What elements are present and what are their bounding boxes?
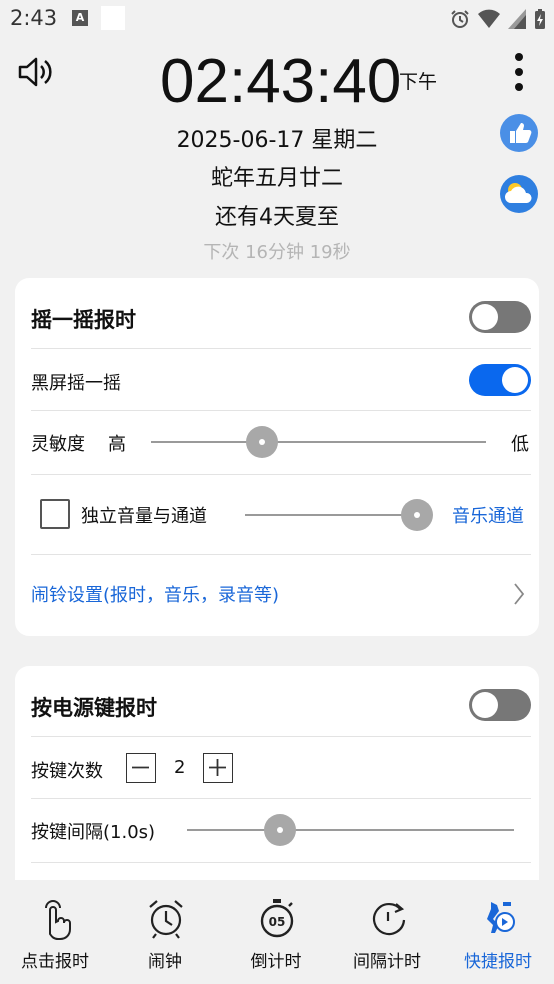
wifi-icon (478, 9, 500, 28)
nav-quick-report[interactable]: 快捷报时 (443, 880, 553, 984)
solar-term-text: 还有4天夏至 (215, 205, 339, 230)
chevron-right-icon (514, 583, 525, 605)
quick-report-icon (487, 902, 515, 933)
blackscreen-label: 黑屏摇一摇 (31, 373, 121, 394)
app-notification-icon: A (72, 10, 88, 26)
sensitivity-high-label: 高 (108, 434, 126, 455)
press-count-value: 2 (174, 757, 186, 778)
blackscreen-row: 黑屏摇一摇 (31, 349, 531, 411)
notification-square-icon (101, 6, 125, 30)
independent-volume-checkbox[interactable] (40, 499, 70, 529)
ampm-label: 下午 (399, 71, 438, 93)
status-bar: 2:43 A (0, 0, 554, 38)
shake-toggle[interactable] (469, 301, 531, 333)
alarm-status-icon (451, 10, 469, 28)
lunar-date-text: 蛇年五月廿二 (210, 166, 343, 191)
status-time: 2:43 (10, 6, 58, 30)
next-report-text: 下次 16分钟 19秒 (203, 242, 351, 263)
date-text: 2025-06-17 星期二 (176, 128, 378, 153)
signal-icon (508, 9, 526, 29)
press-count-row: 按键次数 2 (31, 737, 531, 799)
interval-timer-icon (372, 902, 406, 936)
nav-countdown[interactable]: 05 倒计时 (221, 880, 331, 984)
music-channel-link[interactable]: 音乐通道 (452, 502, 524, 528)
sensitivity-slider-track[interactable] (151, 441, 486, 443)
interval-row: 按键间隔(1.0s) (31, 799, 531, 863)
nav-alarm[interactable]: 闹钟 (110, 880, 220, 984)
sensitivity-row: 灵敏度 高 低 (31, 411, 531, 475)
interval-slider-track[interactable] (187, 829, 514, 831)
independent-volume-row: 独立音量与通道 音乐通道 (31, 475, 531, 555)
toggle-knob (502, 367, 528, 393)
nav-tap-report[interactable]: 点击报时 (0, 880, 110, 984)
minus-icon (132, 766, 149, 769)
power-key-report-card: 按电源键报时 按键次数 2 按键间隔(1.0s) (15, 666, 539, 896)
sensitivity-low-label: 低 (511, 434, 529, 455)
blackscreen-toggle[interactable] (469, 364, 531, 396)
nav-label: 快捷报时 (464, 952, 532, 972)
sensitivity-slider-thumb[interactable] (246, 426, 278, 458)
power-title: 按电源键报时 (31, 696, 157, 720)
nav-label: 倒计时 (250, 952, 302, 972)
increment-button[interactable] (203, 753, 233, 783)
countdown-timer-icon: 05 (260, 899, 294, 938)
volume-slider-thumb[interactable] (401, 499, 433, 531)
speaker-icon[interactable] (17, 55, 53, 89)
shake-report-card: 摇一摇报时 黑屏摇一摇 灵敏度 高 低 独立音量与通道 音乐通道 闹铃设置(报时… (15, 278, 539, 636)
decrement-button[interactable] (126, 753, 156, 783)
shake-title: 摇一摇报时 (31, 308, 136, 332)
toggle-knob (472, 692, 498, 718)
svg-text:05: 05 (269, 915, 286, 929)
shake-title-row: 摇一摇报时 (31, 278, 531, 349)
alarm-settings-row[interactable]: 闹铃设置(报时，音乐，录音等) (31, 555, 531, 636)
power-toggle[interactable] (469, 689, 531, 721)
nav-label: 点击报时 (21, 952, 89, 972)
nav-interval-timer[interactable]: 间隔计时 (332, 880, 442, 984)
independent-volume-label: 独立音量与通道 (81, 506, 207, 527)
interval-label: 按键间隔(1.0s) (31, 822, 156, 843)
alarm-clock-icon (149, 900, 183, 939)
tap-hand-icon (45, 900, 71, 940)
interval-slider-thumb[interactable] (264, 814, 296, 846)
press-count-label: 按键次数 (31, 761, 103, 782)
main-clock: 02:43:40 (160, 47, 402, 116)
toggle-knob (472, 304, 498, 330)
battery-icon (535, 9, 545, 29)
bottom-navigation: 点击报时 闹钟 05 倒计时 间隔计时 快捷报时 (0, 880, 554, 984)
sensitivity-label: 灵敏度 (31, 434, 85, 455)
status-icons (450, 7, 546, 31)
plus-icon (209, 759, 226, 776)
nav-label: 间隔计时 (353, 952, 421, 972)
alarm-settings-link[interactable]: 闹铃设置(报时，音乐，录音等) (31, 581, 279, 607)
more-menu-icon[interactable] (512, 52, 526, 92)
power-title-row: 按电源键报时 (31, 666, 531, 737)
nav-label: 闹钟 (148, 952, 182, 972)
